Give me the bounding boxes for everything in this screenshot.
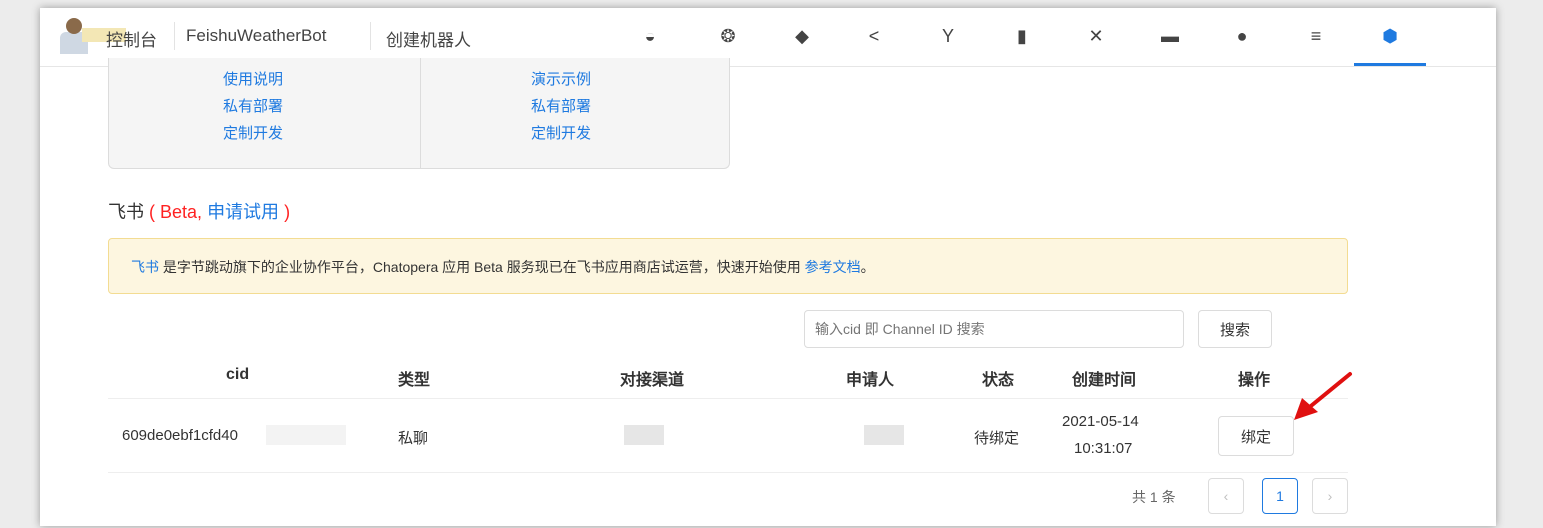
avatar[interactable] — [60, 18, 126, 54]
column-header-created: 创建时间 — [1072, 372, 1137, 389]
section-title: 飞书 ( Beta, 申请试用 ) — [108, 198, 290, 224]
cid-search-input[interactable] — [804, 310, 1184, 348]
column-header-action: 操作 — [1238, 372, 1271, 389]
beta-label: ( Beta, — [149, 202, 203, 222]
redacted-applicant — [864, 425, 904, 445]
redacted-cid — [266, 425, 346, 445]
info-notice: 飞书 是字节跳动旗下的企业协作平台，Chatopera 应用 Beta 服务现已… — [108, 238, 1348, 294]
cube-icon[interactable]: ⬢ — [1378, 24, 1402, 48]
active-tab-indicator — [1354, 63, 1426, 66]
tools-icon[interactable]: ✕ — [1084, 24, 1108, 48]
palette-icon[interactable]: ❂ — [716, 24, 740, 48]
record-icon[interactable]: ● — [1230, 24, 1254, 48]
reference-docs-link[interactable]: 参考文档 — [805, 259, 861, 275]
column-header-status: 状态 — [982, 372, 1015, 389]
link-usage-guide[interactable]: 使用说明 — [223, 68, 283, 89]
graduation-cap-icon[interactable]: ◆ — [790, 24, 814, 48]
cell-status: 待绑定 — [974, 430, 1020, 447]
notice-end: 。 — [860, 259, 875, 275]
chat-icon[interactable]: ▬ — [1158, 24, 1182, 48]
microphone-icon[interactable]: ▮ — [1010, 24, 1034, 48]
app-window: 控制台 FeishuWeatherBot 创建机器人 ◒ ❂ ◆ < Y ▮ ✕… — [40, 8, 1496, 526]
cell-created-date: 2021-05-14 — [1062, 413, 1139, 430]
resource-links-panel: 使用说明 私有部署 定制开发 演示示例 私有部署 定制开发 — [108, 58, 730, 169]
link-custom-dev[interactable]: 定制开发 — [223, 122, 283, 143]
breadcrumb-bot-name[interactable]: FeishuWeatherBot — [186, 26, 326, 46]
pagination-total: 共 1 条 — [1132, 489, 1176, 505]
panel-divider — [420, 58, 421, 168]
page-1-button[interactable]: 1 — [1262, 478, 1298, 514]
cell-created-time: 10:31:07 — [1074, 440, 1133, 457]
branch-icon[interactable]: Y — [936, 24, 960, 48]
share-icon[interactable]: < — [862, 24, 886, 48]
table-row-divider — [108, 472, 1348, 473]
bind-button[interactable]: 绑定 — [1218, 416, 1294, 456]
link-private-deploy[interactable]: 私有部署 — [223, 95, 283, 116]
breadcrumb-console[interactable]: 控制台 — [106, 26, 157, 51]
column-header-cid: cid — [226, 366, 250, 383]
section-title-label: 飞书 — [108, 202, 144, 222]
prev-page-button[interactable]: ‹ — [1208, 478, 1244, 514]
breadcrumb-create-bot[interactable]: 创建机器人 — [386, 26, 471, 51]
redacted-channel — [624, 425, 664, 445]
column-header-type: 类型 — [398, 372, 431, 389]
column-header-channel: 对接渠道 — [620, 372, 685, 389]
cell-type: 私聊 — [398, 430, 429, 447]
link-private-deploy-2[interactable]: 私有部署 — [531, 95, 591, 116]
link-demo[interactable]: 演示示例 — [531, 68, 591, 89]
table-header-divider — [108, 398, 1348, 399]
beta-close-paren: ) — [284, 202, 291, 222]
cell-cid: 609de0ebf1cfd40 — [122, 427, 238, 444]
sliders-icon[interactable]: ≡ — [1304, 24, 1328, 48]
breadcrumb-separator — [174, 22, 175, 50]
next-page-button[interactable]: › — [1312, 478, 1348, 514]
apply-trial-link[interactable]: 申请试用 — [207, 202, 279, 222]
notice-text: 是字节跳动旗下的企业协作平台，Chatopera 应用 Beta 服务现已在飞书… — [159, 259, 805, 275]
breadcrumb-separator — [370, 22, 371, 50]
dashboard-gauge-icon[interactable]: ◒ — [638, 24, 662, 48]
link-custom-dev-2[interactable]: 定制开发 — [531, 122, 591, 143]
column-header-applicant: 申请人 — [846, 372, 895, 389]
feishu-link[interactable]: 飞书 — [131, 259, 159, 275]
annotation-arrow-icon — [1294, 372, 1352, 420]
search-button[interactable]: 搜索 — [1198, 310, 1272, 348]
